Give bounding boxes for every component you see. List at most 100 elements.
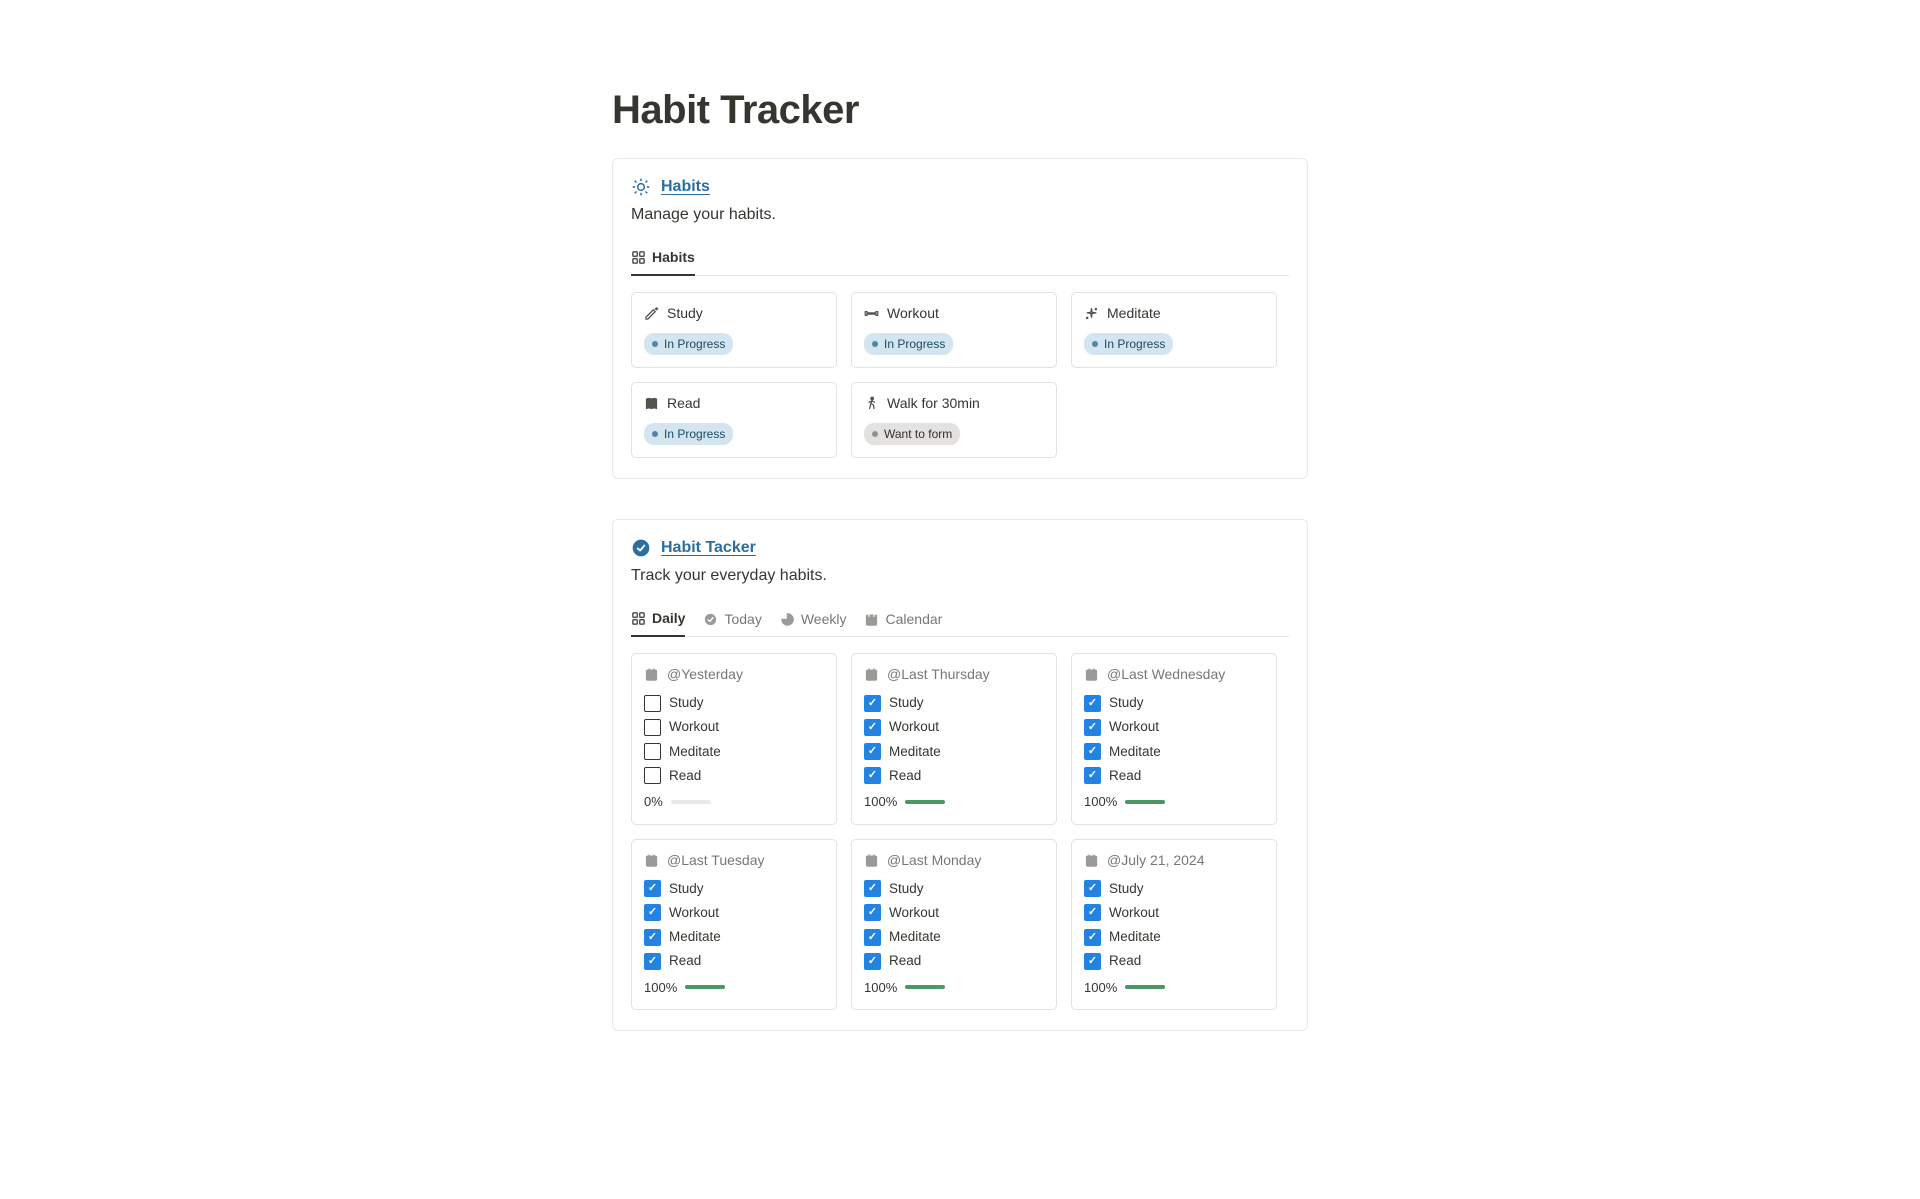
checkbox[interactable]: ✓	[644, 904, 661, 921]
checkbox[interactable]: ✓	[1084, 953, 1101, 970]
habit-check-row: Meditate	[644, 742, 824, 762]
habit-check-row: ✓ Meditate	[1084, 742, 1264, 762]
tracker-tab-today[interactable]: Today	[703, 603, 761, 636]
habit-label: Study	[669, 879, 704, 899]
day-card[interactable]: @Last Tuesday ✓ Study ✓ Workout ✓ Medita…	[631, 839, 837, 1011]
progress-row: 100%	[1084, 792, 1264, 812]
habit-card[interactable]: Read In Progress	[631, 382, 837, 458]
grid-icon	[631, 250, 646, 265]
day-card[interactable]: @Last Wednesday ✓ Study ✓ Workout ✓ Medi…	[1071, 653, 1277, 825]
habit-label: Read	[669, 951, 701, 971]
progress-row: 100%	[1084, 978, 1264, 998]
progress-percent: 0%	[644, 792, 663, 812]
checkbox[interactable]	[644, 695, 661, 712]
checkbox[interactable]	[644, 743, 661, 760]
status-label: In Progress	[884, 335, 945, 353]
tracker-tab-weekly[interactable]: Weekly	[780, 603, 847, 636]
habit-card[interactable]: Walk for 30min Want to form	[851, 382, 1057, 458]
tracker-link[interactable]: Habit Tacker	[661, 536, 756, 560]
checkbox[interactable]: ✓	[864, 719, 881, 736]
habit-card[interactable]: Meditate In Progress	[1071, 292, 1277, 368]
checkbox[interactable]: ✓	[1084, 904, 1101, 921]
checkbox[interactable]: ✓	[864, 929, 881, 946]
habit-check-row: ✓ Workout	[1084, 717, 1264, 737]
page-title: Habit Tracker	[612, 80, 1308, 140]
checkbox[interactable]: ✓	[1084, 880, 1101, 897]
habit-label: Study	[1109, 879, 1144, 899]
tracker-tab-calendar[interactable]: Calendar	[864, 603, 942, 636]
day-date: @July 21, 2024	[1107, 850, 1205, 871]
progress-bar	[1125, 985, 1165, 989]
tracker-tab-daily[interactable]: Daily	[631, 602, 685, 637]
status-pill: In Progress	[644, 333, 733, 355]
habit-cards-container: Study In Progress Workout In Progress Me…	[631, 292, 1289, 458]
checkbox[interactable]: ✓	[864, 695, 881, 712]
checkbox[interactable]: ✓	[1084, 767, 1101, 784]
progress-bar	[905, 800, 945, 804]
checkbox[interactable]: ✓	[644, 953, 661, 970]
habit-label: Meditate	[1109, 742, 1161, 762]
habit-card[interactable]: Study In Progress	[631, 292, 837, 368]
habit-check-row: ✓ Workout	[864, 903, 1044, 923]
habits-view-tab[interactable]: Habits	[631, 241, 695, 276]
habit-label: Read	[889, 766, 921, 786]
sparkle-icon	[1084, 306, 1099, 321]
tab-label: Daily	[652, 608, 685, 629]
day-card[interactable]: @July 21, 2024 ✓ Study ✓ Workout ✓ Medit…	[1071, 839, 1277, 1011]
calendar-icon	[644, 853, 659, 868]
day-date: @Last Thursday	[887, 664, 990, 685]
habit-card-title: Workout	[887, 303, 939, 324]
checkbox[interactable]: ✓	[644, 880, 661, 897]
habit-check-row: ✓ Read	[864, 766, 1044, 786]
check-icon	[703, 612, 718, 627]
status-pill: In Progress	[864, 333, 953, 355]
habit-check-row: ✓ Read	[864, 951, 1044, 971]
checkbox[interactable]: ✓	[1084, 743, 1101, 760]
progress-percent: 100%	[864, 978, 897, 998]
habit-label: Meditate	[889, 742, 941, 762]
habits-subtitle: Manage your habits.	[631, 203, 1289, 227]
habits-link[interactable]: Habits	[661, 175, 710, 199]
day-card[interactable]: @Last Thursday ✓ Study ✓ Workout ✓ Medit…	[851, 653, 1057, 825]
habit-check-row: ✓ Study	[644, 879, 824, 899]
habit-card-title: Walk for 30min	[887, 393, 980, 414]
habit-label: Read	[669, 766, 701, 786]
checkbox[interactable]	[644, 767, 661, 784]
checkbox[interactable]: ✓	[864, 953, 881, 970]
habit-label: Meditate	[669, 927, 721, 947]
checkbox[interactable]: ✓	[1084, 695, 1101, 712]
habit-card[interactable]: Workout In Progress	[851, 292, 1057, 368]
grid-icon	[631, 611, 646, 626]
checkbox[interactable]: ✓	[1084, 929, 1101, 946]
habit-check-row: ✓ Workout	[644, 903, 824, 923]
calendar-icon	[864, 853, 879, 868]
checkbox[interactable]: ✓	[864, 767, 881, 784]
checkbox[interactable]: ✓	[1084, 719, 1101, 736]
status-pill: In Progress	[1084, 333, 1173, 355]
check-circle-icon	[631, 538, 651, 558]
checkbox[interactable]: ✓	[864, 904, 881, 921]
habit-card-title: Read	[667, 393, 700, 414]
checkbox[interactable]: ✓	[864, 743, 881, 760]
day-card[interactable]: @Last Monday ✓ Study ✓ Workout ✓ Meditat…	[851, 839, 1057, 1011]
day-card[interactable]: @Yesterday Study Workout Meditate Read 0…	[631, 653, 837, 825]
status-label: In Progress	[664, 335, 725, 353]
checkbox[interactable]	[644, 719, 661, 736]
habit-label: Read	[889, 951, 921, 971]
habit-label: Workout	[669, 717, 719, 737]
habit-label: Workout	[889, 717, 939, 737]
habit-label: Meditate	[669, 742, 721, 762]
habit-label: Study	[669, 693, 704, 713]
calendar-icon	[1084, 853, 1099, 868]
day-date: @Yesterday	[667, 664, 743, 685]
habit-label: Study	[889, 879, 924, 899]
habit-check-row: ✓ Study	[1084, 879, 1264, 899]
progress-row: 100%	[864, 792, 1044, 812]
checkbox[interactable]: ✓	[644, 929, 661, 946]
habit-check-row: ✓ Meditate	[864, 742, 1044, 762]
checkbox[interactable]: ✓	[864, 880, 881, 897]
habit-check-row: ✓ Read	[644, 951, 824, 971]
habit-card-title: Meditate	[1107, 303, 1161, 324]
tracker-day-cards: @Yesterday Study Workout Meditate Read 0…	[631, 653, 1289, 1010]
habit-label: Workout	[1109, 717, 1159, 737]
